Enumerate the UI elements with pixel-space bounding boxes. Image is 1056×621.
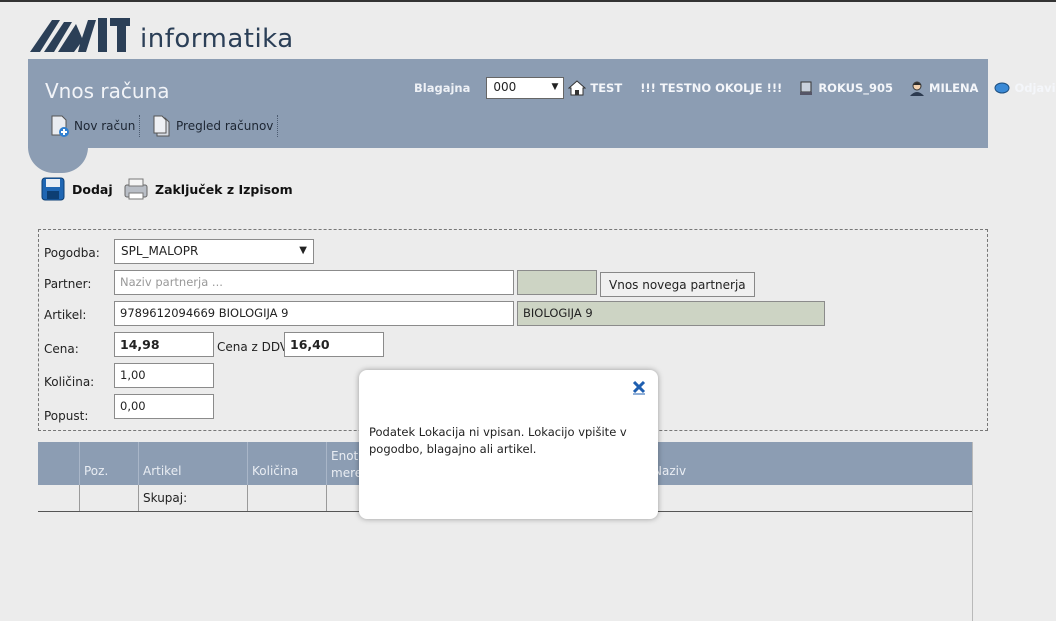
alert-message: Podatek Lokacija ni vpisan. Lokacijo vpi…	[369, 425, 627, 456]
window-top-border	[0, 0, 1056, 2]
add-button-label: Dodaj	[72, 181, 113, 197]
article-input[interactable]: 9789612094669 BIOLOGIJA 9	[114, 301, 514, 326]
column-header-article[interactable]: Artikel	[139, 442, 248, 485]
new-partner-button[interactable]: Vnos novega partnerja	[600, 272, 755, 297]
column-header-quantity[interactable]: Količina	[248, 442, 327, 485]
article-label: Artikel:	[44, 308, 87, 322]
environment-label: !!! TESTNO OKOLJE !!!	[640, 81, 783, 95]
close-button[interactable]	[631, 379, 647, 395]
close-with-print-label: Zaključek z Izpisom	[155, 181, 293, 197]
column-header-position[interactable]: Poz.	[80, 442, 139, 485]
sum-label: Skupaj:	[139, 485, 248, 511]
chevron-down-icon: ▼	[299, 245, 307, 256]
discount-input[interactable]: 0,00	[114, 394, 214, 419]
invoice-list-label: Pregled računov	[176, 119, 274, 133]
partner-label: Partner:	[44, 277, 92, 291]
save-disk-icon	[41, 177, 65, 201]
add-button[interactable]: Dodaj	[40, 176, 113, 202]
logo-wordmark: informatika	[140, 24, 294, 54]
app-header: Vnos računa Nov račun Pregled računov Bl…	[28, 59, 1056, 148]
price-label: Cena:	[44, 342, 79, 356]
partner-input[interactable]: Naziv partnerja ...	[114, 270, 514, 295]
partner-code-field	[517, 270, 597, 295]
new-document-icon	[51, 115, 69, 137]
new-invoice-label: Nov račun	[74, 119, 136, 133]
alert-dialog: Podatek Lokacija ni vpisan. Lokacijo vpi…	[359, 370, 658, 519]
column-header-name[interactable]: Naziv	[649, 442, 973, 485]
discount-label: Popust:	[44, 409, 89, 423]
mit-logo-icon	[30, 18, 130, 52]
quantity-input[interactable]: 1,00	[114, 363, 214, 388]
home-link[interactable]: TEST	[590, 81, 622, 95]
user-link[interactable]: MILENA	[929, 81, 978, 95]
printer-icon	[124, 178, 148, 200]
close-icon	[632, 380, 646, 395]
contract-select[interactable]: SPL_MALOPR ▼	[114, 239, 314, 264]
header-status-bar: Blagajna 000 ▼ TEST !!! TESTNO OKOLJE !!…	[414, 77, 1056, 99]
logout-icon	[994, 82, 1010, 94]
invoice-list-button[interactable]: Pregled računov	[152, 115, 279, 137]
article-name-field: BIOLOGIJA 9	[517, 301, 825, 326]
price-input[interactable]: 14,98	[114, 332, 214, 357]
cashbox-label: Blagajna	[414, 81, 471, 95]
cashbox-select[interactable]: 000 ▼	[486, 77, 565, 99]
device-icon	[800, 81, 813, 95]
table-right-border	[972, 442, 973, 621]
contract-label: Pogodba:	[44, 246, 100, 260]
new-invoice-button[interactable]: Nov račun	[50, 115, 141, 137]
close-with-print-button[interactable]: Zaključek z Izpisom	[123, 176, 293, 202]
logout-link[interactable]: Odjavi	[1014, 81, 1055, 95]
company-logo: informatika	[30, 12, 293, 56]
price-vat-input[interactable]: 16,40	[284, 332, 384, 357]
page-title: Vnos računa	[45, 79, 170, 103]
documents-icon	[153, 115, 170, 137]
user-icon	[910, 81, 925, 96]
header-tab-decoration	[28, 147, 88, 173]
column-header	[38, 442, 80, 485]
device-link[interactable]: ROKUS_905	[818, 81, 893, 95]
price-vat-label: Cena z DDV:	[217, 340, 292, 354]
quantity-label: Količina:	[44, 375, 95, 389]
home-icon	[568, 80, 587, 96]
chevron-down-icon: ▼	[551, 82, 559, 92]
